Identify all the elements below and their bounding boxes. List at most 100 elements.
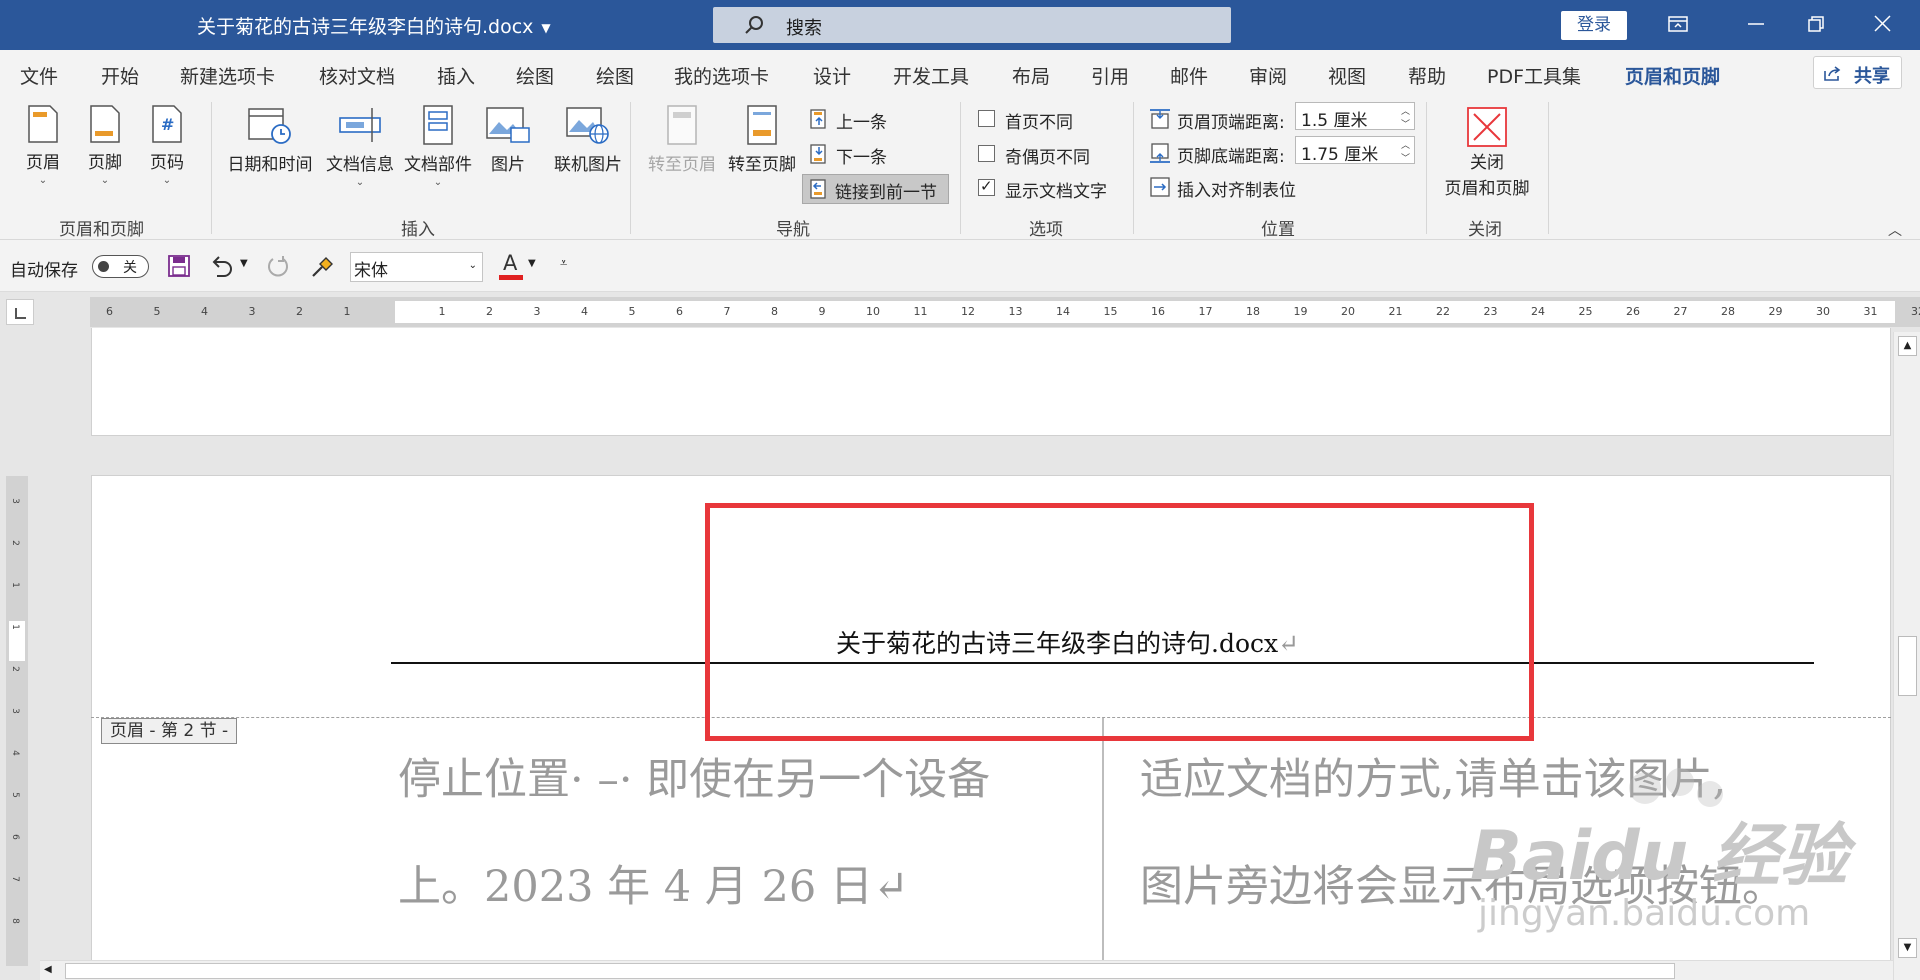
ruler-number: 2 bbox=[296, 305, 303, 318]
quick-parts-button[interactable]: 文档部件 ⌄ bbox=[400, 104, 476, 188]
header-button[interactable]: 页眉 ⌄ bbox=[18, 104, 68, 186]
tab-design[interactable]: 设计 bbox=[813, 62, 851, 89]
customize-toolbar-icon[interactable]: ⩡ bbox=[560, 256, 567, 271]
vertical-scrollbar[interactable]: ▲ ▼ bbox=[1893, 332, 1920, 980]
different-odd-even-checkbox[interactable]: 奇偶页不同 bbox=[978, 141, 1108, 168]
picture-button[interactable]: 图片 bbox=[480, 104, 536, 175]
tab-layout[interactable]: 布局 bbox=[1012, 62, 1050, 89]
horizontal-ruler[interactable]: 6 5 4 3 2 1 1 2 3 4 5 6 7 8 9 10 11 12 13 14 15 16 17 18 19 20 21 2… bbox=[90, 297, 1920, 327]
share-button[interactable]: 共享 bbox=[1813, 56, 1902, 89]
ruler-number: 12 bbox=[961, 305, 975, 318]
tab-mailings[interactable]: 邮件 bbox=[1170, 62, 1208, 89]
chevron-down-icon: ▼ bbox=[541, 20, 551, 35]
insert-alignment-tab-button[interactable]: 插入对齐制表位 bbox=[1149, 174, 1319, 201]
spin-up-icon[interactable]: ︿ bbox=[1401, 104, 1410, 117]
font-color-swatch bbox=[499, 275, 523, 280]
tab-home[interactable]: 开始 bbox=[101, 62, 139, 89]
link-to-previous-button[interactable]: 链接到前一节 bbox=[802, 174, 949, 204]
format-painter-icon[interactable] bbox=[310, 254, 336, 278]
svg-text:#: # bbox=[161, 115, 174, 134]
ribbon-display-options-button[interactable] bbox=[1650, 0, 1706, 50]
scroll-thumb[interactable] bbox=[65, 963, 1675, 979]
horizontal-scrollbar[interactable]: ◀ bbox=[40, 960, 1893, 980]
paragraph-mark-icon: ↵ bbox=[872, 862, 909, 912]
undo-dropdown-icon[interactable]: ▼ bbox=[240, 258, 248, 269]
checkbox-checked[interactable] bbox=[978, 177, 995, 196]
login-button[interactable]: 登录 bbox=[1561, 11, 1627, 40]
ruler-number: 16 bbox=[1151, 305, 1165, 318]
spin-up-icon[interactable]: ︿ bbox=[1401, 138, 1410, 151]
ruler-number: 21 bbox=[1388, 305, 1403, 318]
ruler-number: 2 bbox=[486, 305, 493, 318]
scroll-left-icon[interactable]: ◀ bbox=[44, 964, 52, 975]
tab-proofread[interactable]: 核对文档 bbox=[319, 62, 395, 89]
group-divider bbox=[630, 102, 631, 234]
undo-icon[interactable] bbox=[209, 254, 235, 278]
previous-button[interactable]: 上一条 bbox=[808, 106, 918, 133]
date-time-button[interactable]: 日期和时间 bbox=[224, 104, 316, 175]
footer-position-icon bbox=[1150, 143, 1170, 163]
save-icon[interactable] bbox=[167, 254, 191, 278]
checkbox[interactable] bbox=[978, 110, 995, 127]
tab-draw-2[interactable]: 绘图 bbox=[596, 62, 634, 89]
watermark-url: jingyan.baidu.com bbox=[1478, 893, 1811, 934]
different-first-page-checkbox[interactable]: 首页不同 bbox=[978, 106, 1108, 133]
tab-pdf-tools[interactable]: PDF工具集 bbox=[1487, 62, 1581, 89]
header-from-top-input[interactable]: 1.5 厘米 ︿ ﹀ bbox=[1295, 102, 1415, 131]
page-number-button[interactable]: # 页码 ⌄ bbox=[142, 104, 192, 186]
tab-insert[interactable]: 插入 bbox=[437, 62, 475, 89]
minimize-button[interactable] bbox=[1728, 0, 1784, 50]
ruler-number: 3 bbox=[9, 498, 20, 504]
close-window-button[interactable] bbox=[1854, 0, 1910, 50]
font-color-button[interactable]: A bbox=[498, 250, 524, 282]
scroll-down-icon[interactable]: ▼ bbox=[1898, 938, 1917, 958]
close-header-footer-icon bbox=[1467, 107, 1507, 147]
document-title[interactable]: 关于菊花的古诗三年级李白的诗句.docx ▼ bbox=[197, 12, 551, 39]
ruler-number: 24 bbox=[1531, 305, 1545, 318]
watermark-brand: Baidu 经验 bbox=[1470, 817, 1848, 896]
restore-icon bbox=[1808, 16, 1824, 32]
spin-down-icon[interactable]: ﹀ bbox=[1401, 117, 1410, 130]
ruler-number: 26 bbox=[1626, 305, 1640, 318]
header-from-top-label: 页眉顶端距离: bbox=[1149, 106, 1299, 133]
font-name-select[interactable]: 宋体 ⌄ bbox=[350, 252, 483, 282]
font-color-dropdown-icon[interactable]: ▼ bbox=[528, 258, 536, 269]
footer-button[interactable]: 页脚 ⌄ bbox=[80, 104, 130, 186]
tab-developer[interactable]: 开发工具 bbox=[893, 62, 969, 89]
scroll-up-icon[interactable]: ▲ bbox=[1898, 336, 1917, 356]
next-button[interactable]: 下一条 bbox=[808, 141, 918, 168]
collapse-ribbon-icon[interactable]: ︿ bbox=[1888, 220, 1902, 240]
quick-access-toolbar: 自动保存 关 ▼ 宋体 ⌄ A ▼ ⩡ bbox=[0, 240, 1920, 292]
goto-header-button[interactable]: 转至页眉 bbox=[642, 104, 722, 175]
tab-review[interactable]: 审阅 bbox=[1249, 62, 1287, 89]
chevron-down-icon: ⌄ bbox=[100, 175, 110, 186]
search-input[interactable]: 搜索 bbox=[713, 7, 1231, 43]
tab-help[interactable]: 帮助 bbox=[1408, 62, 1446, 89]
scroll-thumb[interactable] bbox=[1898, 636, 1917, 696]
footer-from-bottom-input[interactable]: 1.75 厘米 ︿ ﹀ bbox=[1295, 136, 1415, 165]
goto-footer-button[interactable]: 转至页脚 bbox=[722, 104, 802, 175]
vertical-ruler[interactable]: 3 2 1 1 2 3 4 5 6 7 8 bbox=[6, 476, 28, 966]
autosave-toggle[interactable]: 关 bbox=[92, 255, 149, 278]
tab-draw-1[interactable]: 绘图 bbox=[516, 62, 554, 89]
close-header-footer-button[interactable]: 关闭 页眉和页脚 bbox=[1437, 106, 1537, 199]
tab-references[interactable]: 引用 bbox=[1091, 62, 1129, 89]
body-text-right-line1[interactable]: 适应文档的方式,请单击该图片, bbox=[1140, 745, 1726, 807]
tab-selector[interactable] bbox=[6, 299, 34, 325]
show-document-text-checkbox[interactable]: 显示文档文字 bbox=[978, 175, 1118, 202]
body-text-left-line1[interactable]: 停止位置· –· 即使在另一个设备 bbox=[398, 745, 990, 807]
restore-button[interactable] bbox=[1788, 0, 1844, 50]
ruler-number: 2 bbox=[9, 540, 20, 546]
tab-file[interactable]: 文件 bbox=[20, 62, 58, 89]
tab-new-tab[interactable]: 新建选项卡 bbox=[180, 62, 275, 89]
spin-down-icon[interactable]: ﹀ bbox=[1401, 151, 1410, 164]
tab-view[interactable]: 视图 bbox=[1328, 62, 1366, 89]
redo-icon[interactable] bbox=[265, 254, 291, 278]
document-info-icon bbox=[339, 108, 381, 142]
document-info-button[interactable]: 文档信息 ⌄ bbox=[322, 104, 398, 188]
online-picture-button[interactable]: 联机图片 bbox=[546, 104, 630, 175]
body-text-left-line2[interactable]: 上。2023 年 4 月 26 日↵ bbox=[398, 852, 909, 914]
checkbox[interactable] bbox=[978, 145, 995, 162]
tab-header-footer[interactable]: 页眉和页脚 bbox=[1625, 62, 1721, 97]
tab-my-tab[interactable]: 我的选项卡 bbox=[674, 62, 769, 89]
